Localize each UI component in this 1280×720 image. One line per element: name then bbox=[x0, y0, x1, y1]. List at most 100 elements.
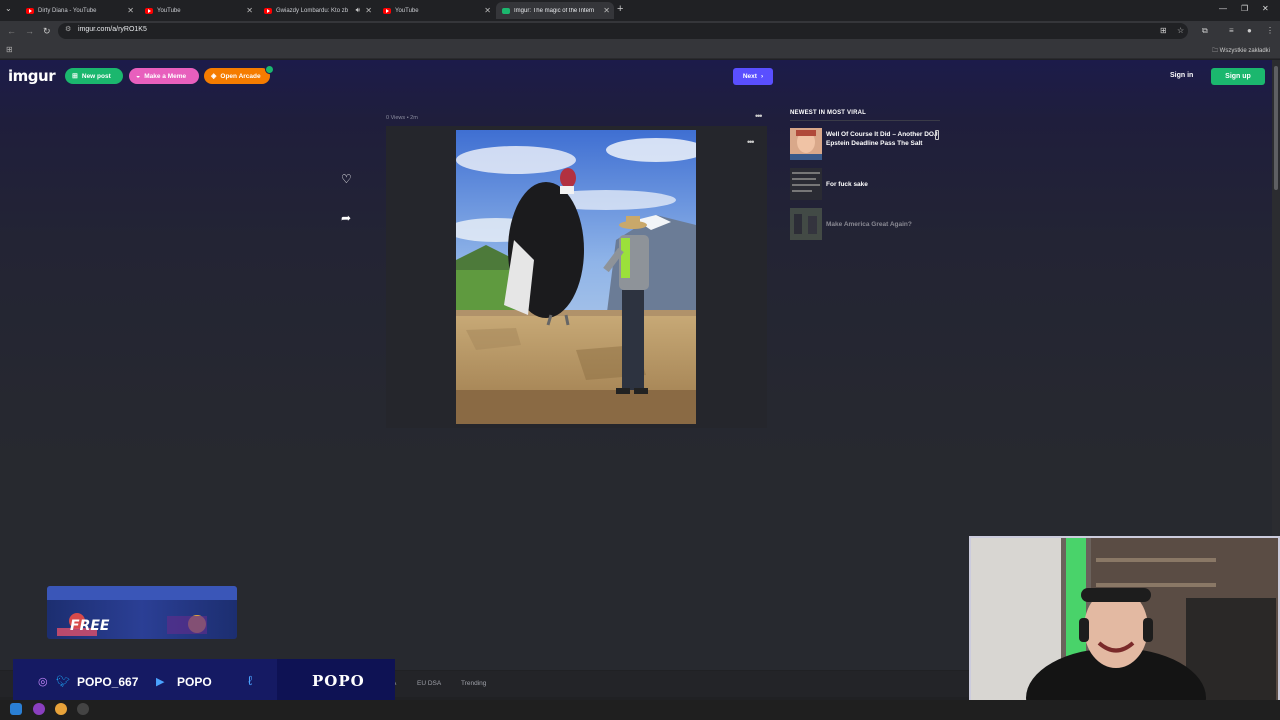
open-arcade-label: Open Arcade bbox=[220, 72, 261, 80]
viral-item[interactable]: Well Of Course It Did – Another DOJ Epst… bbox=[790, 128, 940, 162]
post-meta: 0 Views • 2m bbox=[386, 115, 418, 121]
condor-photo bbox=[456, 130, 696, 424]
close-tab-icon[interactable]: ✕ bbox=[484, 6, 491, 15]
os-taskbar bbox=[0, 700, 1280, 720]
tab-title: Imgur: The magic of the Intern bbox=[514, 7, 595, 14]
browser-tab[interactable]: Dirty Diana - YouTube ✕ bbox=[20, 2, 138, 19]
address-bar[interactable] bbox=[58, 23, 1188, 39]
new-post-label: New post bbox=[81, 72, 111, 80]
minimize-icon[interactable]: — bbox=[1219, 4, 1227, 13]
social-handle-twitter: POPO_667 bbox=[77, 675, 139, 689]
chevron-right-icon: › bbox=[760, 73, 764, 80]
maximize-icon[interactable]: ❐ bbox=[1241, 4, 1248, 13]
tab-title: Gwiazdy Lombardu: Kto zb bbox=[276, 7, 349, 14]
media-control-icon[interactable]: ≡ bbox=[1229, 26, 1234, 35]
viral-thumbnail bbox=[790, 128, 822, 160]
post-more-options-icon[interactable]: ••• bbox=[755, 111, 763, 121]
sidebar-divider bbox=[790, 120, 940, 121]
menu-icon[interactable]: ⋮ bbox=[1266, 26, 1274, 35]
tab-search-icon[interactable]: ⌄ bbox=[5, 4, 12, 13]
gamepad-icon: ◈ bbox=[211, 73, 217, 80]
heart-icon[interactable]: ♡ bbox=[341, 172, 352, 186]
next-label: Next bbox=[742, 73, 757, 80]
promo-text: FREE bbox=[70, 618, 110, 634]
video-icon: ▶ bbox=[156, 676, 165, 688]
make-meme-button[interactable]: ◒ Make a Meme bbox=[129, 68, 199, 84]
next-post-button[interactable]: Next › bbox=[733, 68, 773, 85]
back-icon[interactable]: ← bbox=[7, 26, 16, 36]
tab-title: YouTube bbox=[395, 7, 419, 14]
viral-item[interactable]: For fuck sake bbox=[790, 168, 940, 202]
twitter-icon: 🐦︎ bbox=[56, 676, 70, 688]
close-window-icon[interactable]: ✕ bbox=[1262, 4, 1269, 13]
speaker-icon[interactable]: 🔊︎ bbox=[356, 7, 360, 15]
browser-tab-bar: ⌄ Dirty Diana - YouTube ✕ YouTube ✕ Gwia… bbox=[0, 0, 1280, 21]
post-age: 2m bbox=[410, 115, 418, 121]
forward-icon[interactable]: → bbox=[25, 26, 34, 36]
bookmarks-folder-label: Wszystkie zakładki bbox=[1219, 48, 1271, 54]
browser-tab-active[interactable]: Imgur: The magic of the Intern ✕ bbox=[496, 2, 614, 19]
browser-tab[interactable]: YouTube ✕ bbox=[377, 2, 495, 19]
viral-thumbnail bbox=[790, 168, 822, 200]
close-tab-icon[interactable]: ✕ bbox=[246, 6, 253, 15]
app-icon-secondary[interactable] bbox=[77, 703, 89, 715]
feather-icon: ℓ bbox=[248, 673, 253, 688]
chrome-icon[interactable] bbox=[55, 703, 67, 715]
reload-icon[interactable]: ↻ bbox=[43, 26, 51, 37]
viral-item-title: Make America Great Again? bbox=[826, 221, 912, 228]
meme-icon: ◒ bbox=[136, 72, 141, 80]
viral-thumbnail bbox=[790, 208, 822, 240]
translate-icon[interactable]: ⊞ bbox=[1160, 26, 1167, 35]
open-arcade-button[interactable]: ◈ Open Arcade bbox=[204, 68, 270, 84]
share-arrow-icon[interactable]: ➦ bbox=[341, 211, 351, 225]
close-tab-icon[interactable]: ✕ bbox=[603, 6, 610, 15]
folder-icon: 🗀︎ bbox=[1212, 48, 1220, 54]
make-meme-label: Make a Meme bbox=[144, 72, 187, 80]
instagram-icon: ◎ bbox=[38, 676, 48, 688]
imgur-logo[interactable]: imgur bbox=[8, 67, 56, 85]
tab-title: YouTube bbox=[157, 7, 181, 14]
pin-icon[interactable] bbox=[935, 130, 939, 140]
webcam-image bbox=[971, 538, 1278, 711]
youtube-icon bbox=[145, 7, 153, 14]
extensions-icon[interactable]: ⧉ bbox=[1202, 26, 1208, 36]
viral-sidebar-title: NEWEST IN MOST VIRAL bbox=[790, 110, 866, 116]
imgur-icon bbox=[502, 7, 510, 14]
viral-item-title: Well Of Course It Did – Another DOJ Epst… bbox=[826, 131, 938, 147]
viral-item[interactable]: Make America Great Again? bbox=[790, 208, 940, 242]
bookmarks-bar bbox=[0, 41, 1280, 59]
app-icon[interactable] bbox=[33, 703, 45, 715]
footer-link-eu-dsa[interactable]: EU DSA bbox=[417, 680, 441, 687]
post-views: 0 Views bbox=[386, 115, 406, 121]
all-bookmarks-folder[interactable]: 🗀︎ Wszystkie zakładki bbox=[1212, 46, 1270, 56]
social-handle-video: POPO bbox=[177, 675, 212, 689]
profile-icon[interactable]: ● bbox=[1247, 26, 1252, 35]
apps-grid-icon[interactable]: ⊞ bbox=[6, 45, 13, 54]
youtube-icon bbox=[264, 7, 272, 14]
youtube-icon bbox=[383, 7, 391, 14]
stream-brand: POPO bbox=[312, 672, 365, 690]
browser-tab[interactable]: Gwiazdy Lombardu: Kto zb 🔊︎ ✕ bbox=[258, 2, 376, 19]
youtube-icon bbox=[26, 7, 34, 14]
new-post-button[interactable]: ⊞ New post bbox=[65, 68, 123, 84]
webcam-feed bbox=[969, 536, 1280, 713]
browser-tab[interactable]: YouTube ✕ bbox=[139, 2, 257, 19]
site-info-icon[interactable]: ⚙ bbox=[65, 25, 71, 33]
bookmark-star-icon[interactable]: ☆ bbox=[1177, 26, 1184, 35]
plus-square-icon: ⊞ bbox=[72, 73, 78, 80]
image-more-options-icon[interactable]: ••• bbox=[747, 137, 755, 147]
footer-link-trending[interactable]: Trending bbox=[461, 680, 486, 687]
sign-up-button[interactable]: Sign up bbox=[1211, 68, 1265, 85]
new-tab-icon[interactable]: + bbox=[617, 3, 623, 15]
address-text[interactable]: imgur.com/a/ryRO1K5 bbox=[78, 26, 147, 33]
close-tab-icon[interactable]: ✕ bbox=[365, 6, 372, 15]
arcade-badge bbox=[265, 65, 274, 74]
tab-title: Dirty Diana - YouTube bbox=[38, 7, 97, 14]
scrollbar-thumb[interactable] bbox=[1274, 66, 1278, 190]
post-image[interactable] bbox=[456, 130, 696, 424]
viral-item-title: For fuck sake bbox=[826, 181, 868, 188]
close-tab-icon[interactable]: ✕ bbox=[127, 6, 134, 15]
start-icon[interactable] bbox=[10, 703, 22, 715]
meta-separator: • bbox=[406, 115, 409, 121]
sign-in-link[interactable]: Sign in bbox=[1170, 72, 1193, 79]
